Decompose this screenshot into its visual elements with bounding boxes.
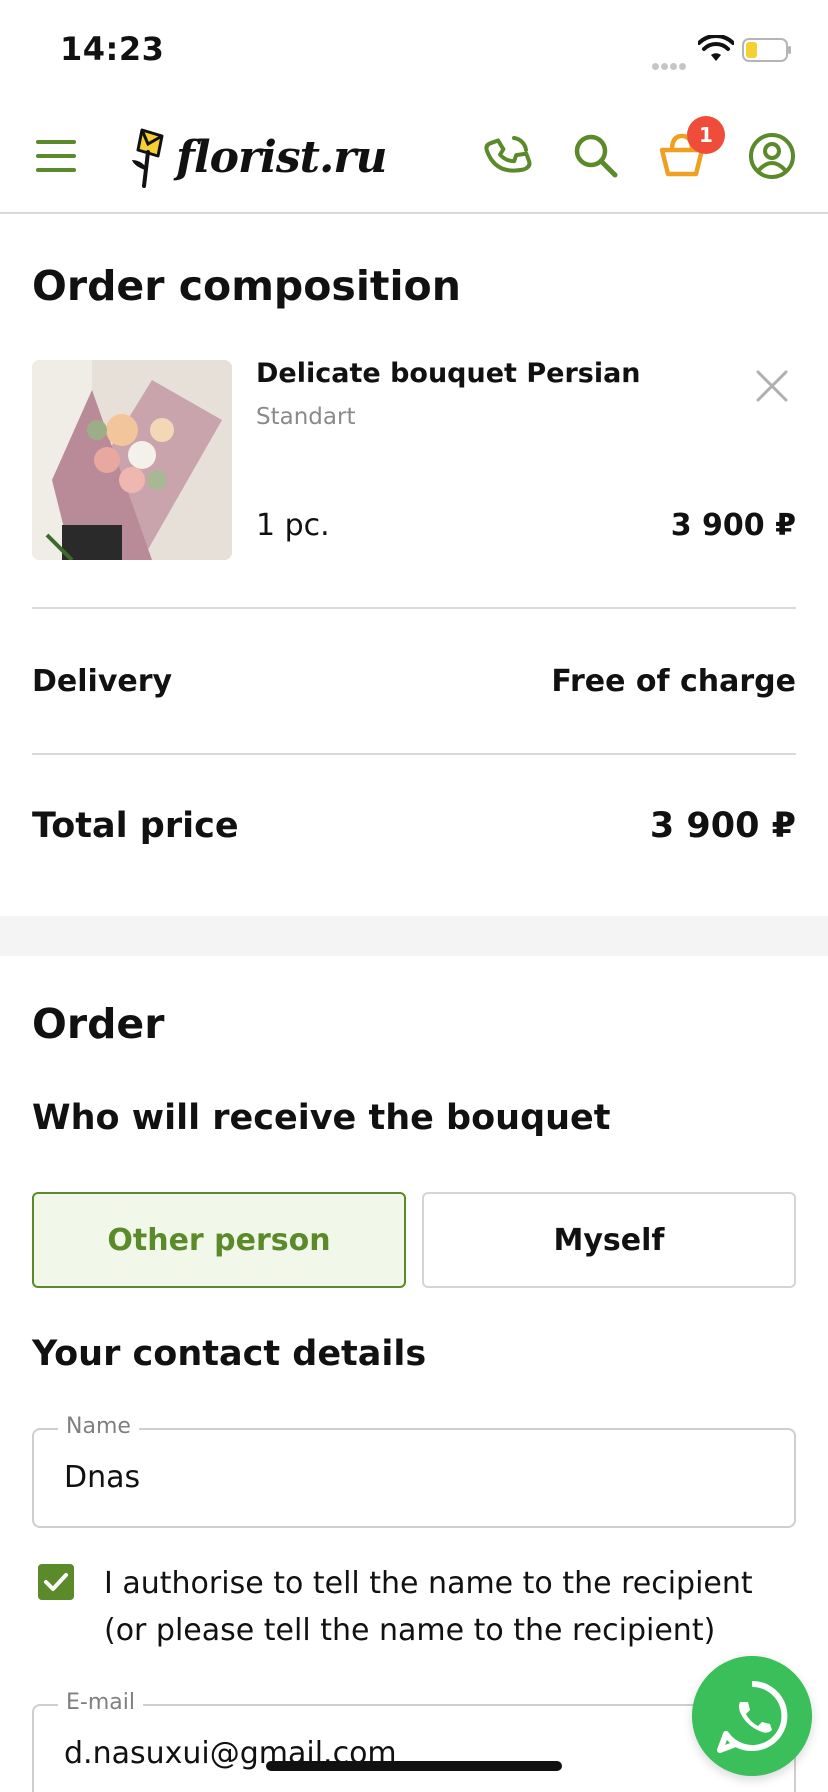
order-title: Order [32,1000,165,1048]
product-quantity: 1 pc. [256,508,330,543]
logo-text: florist.ru [176,131,387,183]
email-field[interactable]: E-mail [32,1690,796,1792]
total-price-value: 3 900 ₽ [649,806,796,846]
product-variant: Standart [256,404,356,430]
order-composition-title: Order composition [32,262,461,310]
other-person-button[interactable]: Other person [32,1192,406,1288]
name-field-label: Name [58,1414,139,1439]
product-image[interactable] [32,360,232,560]
divider [32,753,796,755]
close-icon[interactable] [752,366,792,406]
myself-label: Myself [553,1222,665,1258]
product-name[interactable]: Delicate bouquet Persian [256,358,641,389]
checkout-page: 14:23 florist.ru 1 Order composition Del… [0,0,828,1792]
signal-icon [652,55,692,70]
account-icon[interactable] [746,130,798,182]
name-field[interactable]: Name [32,1414,796,1528]
app-header: florist.ru 1 [0,100,828,214]
authorise-checkbox[interactable] [38,1564,74,1600]
other-person-label: Other person [107,1222,331,1258]
cart-count-badge: 1 [687,116,725,154]
receiver-question: Who will receive the bouquet [32,1098,611,1138]
delivery-value: Free of charge [551,664,796,699]
wifi-icon [698,35,734,61]
section-separator [0,916,828,956]
status-time: 14:23 [60,30,165,68]
contact-details-title: Your contact details [32,1334,427,1374]
product-price: 3 900 ₽ [670,508,796,543]
status-bar: 14:23 [0,0,828,100]
whatsapp-icon[interactable] [692,1656,812,1776]
divider [32,607,796,609]
authorise-checkbox-label[interactable]: I authorise to tell the name to the reci… [104,1560,804,1654]
search-icon[interactable] [570,130,622,182]
delivery-label: Delivery [32,664,173,699]
phone-icon[interactable] [482,130,534,182]
name-input[interactable] [64,1460,764,1495]
myself-button[interactable]: Myself [422,1192,796,1288]
logo[interactable]: florist.ru [128,122,387,192]
email-field-label: E-mail [58,1690,143,1715]
total-price-label: Total price [32,806,239,846]
battery-icon [742,38,791,62]
home-indicator [266,1761,562,1771]
logo-flower-icon [132,128,164,188]
menu-icon[interactable] [36,140,76,174]
